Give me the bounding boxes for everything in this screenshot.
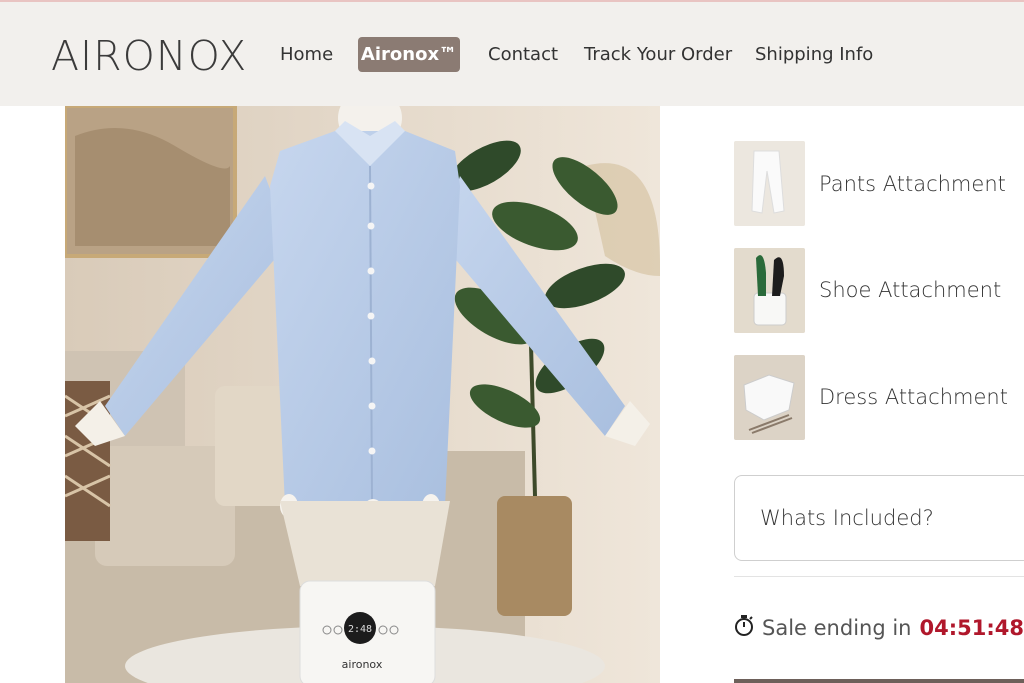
stopwatch-icon bbox=[734, 614, 754, 641]
dress-attachment-label[interactable]: Dress Attachment bbox=[819, 385, 1008, 409]
whats-included-accordion[interactable]: Whats Included? bbox=[734, 475, 1024, 561]
sale-timer: 04:51:48 bbox=[919, 615, 1024, 640]
nav-aironox[interactable]: Aironox™ bbox=[358, 37, 460, 72]
dress-icon bbox=[734, 355, 805, 440]
sale-prefix: Sale ending in bbox=[762, 615, 912, 640]
sale-countdown: Sale ending in 04:51:48 bbox=[734, 614, 1024, 641]
site-header: AIRONOX Home Aironox™ Contact Track Your… bbox=[0, 2, 1024, 106]
shoe-icon bbox=[734, 248, 805, 333]
nav-contact[interactable]: Contact bbox=[488, 44, 558, 65]
device-display: 2:48 bbox=[348, 624, 372, 635]
nav-shipping-info[interactable]: Shipping Info bbox=[755, 44, 873, 65]
nav-home[interactable]: Home bbox=[280, 44, 333, 65]
shoe-thumbnail[interactable] bbox=[734, 248, 805, 333]
product-image[interactable]: 2:48 aironox bbox=[65, 106, 660, 683]
product-photo-illustration: 2:48 aironox bbox=[65, 106, 660, 683]
sidebar-divider bbox=[734, 576, 1024, 577]
whats-included-label: Whats Included? bbox=[760, 506, 934, 530]
add-to-cart-bar-partial[interactable] bbox=[734, 679, 1024, 683]
shoe-attachment-label[interactable]: Shoe Attachment bbox=[819, 278, 1001, 302]
pants-icon bbox=[734, 141, 805, 226]
device-brand-label: aironox bbox=[342, 658, 383, 671]
pants-thumbnail[interactable] bbox=[734, 141, 805, 226]
site-logo[interactable]: AIRONOX bbox=[51, 32, 247, 80]
pants-attachment-label[interactable]: Pants Attachment bbox=[819, 172, 1006, 196]
dress-thumbnail[interactable] bbox=[734, 355, 805, 440]
nav-track-order[interactable]: Track Your Order bbox=[584, 44, 732, 65]
